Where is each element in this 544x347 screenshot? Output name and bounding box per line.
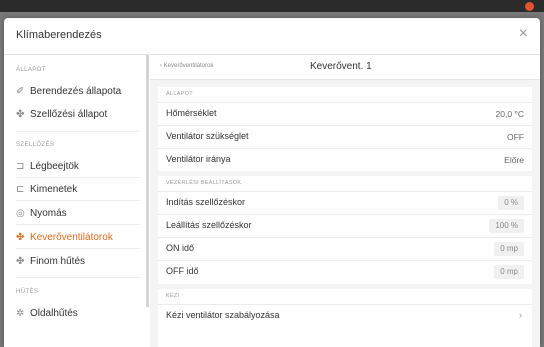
row-manual-fan-control[interactable]: Kézi ventilátor szabályozása › [158, 304, 532, 327]
sidebar-item-label: Berendezés állapota [30, 85, 122, 97]
sidebar-item-label: Oldalhűtés [30, 307, 78, 319]
sidebar-item-mixing-fans[interactable]: ✤ Keverőventilátorok [16, 229, 146, 245]
row-label: Hőmérséklet [166, 108, 217, 118]
chevron-right-icon: › [519, 310, 522, 320]
climate-dialog: Klímaberendezés × ÁLLAPOT ✐ Berendezés á… [4, 18, 540, 347]
row-off-time[interactable]: OFF idő 0 mp [158, 260, 532, 283]
row-start-on-ventilation[interactable]: Indítás szellőzéskor 0 % [158, 191, 532, 214]
sidebar-divider [16, 200, 140, 201]
row-fan-demand: Ventilátor szükséglet OFF [158, 125, 532, 148]
sidebar-divider [16, 277, 140, 278]
close-icon[interactable]: × [519, 25, 528, 43]
sidebar-item-label: Szellőzési állapot [30, 108, 108, 120]
sidebar-divider [16, 224, 140, 225]
value-field[interactable]: 0 mp [494, 265, 524, 279]
sidebar-item-pressure[interactable]: ◎ Nyomás [16, 205, 146, 221]
row-label: Ventilátor iránya [166, 154, 231, 164]
sidebar-divider [16, 177, 140, 178]
sidebar-scrollbar[interactable] [146, 55, 149, 307]
sidebar-item-ventilation-status[interactable]: ✤ Szellőzési állapot [16, 106, 146, 122]
sidebar-section-cooling: HŰTÉS [16, 289, 39, 295]
row-label: Leállítás szellőzéskor [166, 220, 252, 230]
row-label: Kézi ventilátor szabályozása [166, 310, 280, 320]
status-panel: ÁLLAPOT Hőmérséklet 20,0 °C Ventilátor s… [158, 87, 532, 171]
air-inlet-icon: ⊐ [16, 160, 25, 172]
sidebar-divider [16, 131, 140, 132]
fan-icon: ✤ [16, 108, 25, 120]
manual-panel: KÉZI Kézi ventilátor szabályozása › [158, 289, 532, 347]
row-label: Ventilátor szükséglet [166, 131, 249, 141]
mixing-fan-icon: ✤ [16, 231, 25, 243]
control-settings-panel: VEZÉRLÉSI BEÁLLÍTÁSOK Indítás szellőzésk… [158, 176, 532, 284]
value-field[interactable]: 0 mp [494, 242, 524, 256]
sidebar-item-device-status[interactable]: ✐ Berendezés állapota [16, 83, 146, 99]
sidebar-item-label: Finom hűtés [30, 255, 86, 267]
fine-cooling-icon: ✤ [16, 255, 25, 267]
row-stop-on-ventilation[interactable]: Leállítás szellőzéskor 100 % [158, 214, 532, 237]
row-value: OFF [507, 132, 524, 142]
window-title-bar [0, 0, 544, 12]
sidebar-item-label: Keverőventilátorok [30, 231, 113, 243]
sidebar-item-label: Nyomás [30, 207, 67, 219]
sidebar-item-fine-cooling[interactable]: ✤ Finom hűtés [16, 253, 146, 269]
back-link[interactable]: ‹ Keverőventilátorok [160, 63, 213, 69]
section-header: KÉZI [166, 293, 180, 299]
side-cooling-icon: ✲ [16, 307, 25, 319]
sidebar-item-air-inlets[interactable]: ⊐ Légbeejtök [16, 158, 146, 174]
section-header: ÁLLAPOT [166, 91, 193, 97]
sidebar-item-side-cooling[interactable]: ✲ Oldalhűtés [16, 305, 146, 321]
window-close-dot-icon[interactable] [525, 2, 534, 11]
row-label: Indítás szellőzéskor [166, 197, 246, 207]
dialog-title: Klímaberendezés [16, 29, 102, 41]
dialog-header: Klímaberendezés × [4, 18, 540, 55]
sidebar-section-ventilation: SZELLŐZÉS [16, 142, 55, 148]
value-field[interactable]: 100 % [489, 219, 524, 233]
row-value: Előre [504, 155, 524, 165]
sidebar-item-outlets[interactable]: ⊏ Kimenetek [16, 181, 146, 197]
sidebar-item-label: Légbeejtök [30, 160, 79, 172]
leaf-icon: ✐ [16, 85, 25, 97]
sidebar-section-status: ÁLLAPOT [16, 67, 46, 73]
row-label: OFF idő [166, 266, 199, 276]
row-on-time[interactable]: ON idő 0 mp [158, 237, 532, 260]
row-temperature: Hőmérséklet 20,0 °C [158, 102, 532, 125]
row-fan-direction: Ventilátor iránya Előre [158, 148, 532, 171]
row-value: 20,0 °C [495, 109, 524, 119]
page-title: Keverővent. 1 [310, 61, 372, 72]
main-content: ‹ Keverőventilátorok Keverővent. 1 ÁLLAP… [150, 55, 540, 347]
outlet-icon: ⊏ [16, 183, 25, 195]
sidebar: ÁLLAPOT ✐ Berendezés állapota ✤ Szellőzé… [4, 55, 146, 347]
section-header: VEZÉRLÉSI BEÁLLÍTÁSOK [166, 180, 242, 186]
breadcrumb: ‹ Keverőventilátorok Keverővent. 1 [150, 55, 540, 80]
row-label: ON idő [166, 243, 195, 253]
value-field[interactable]: 0 % [498, 196, 524, 210]
pressure-gauge-icon: ◎ [16, 207, 25, 219]
sidebar-item-label: Kimenetek [30, 183, 78, 195]
sidebar-divider [16, 248, 140, 249]
